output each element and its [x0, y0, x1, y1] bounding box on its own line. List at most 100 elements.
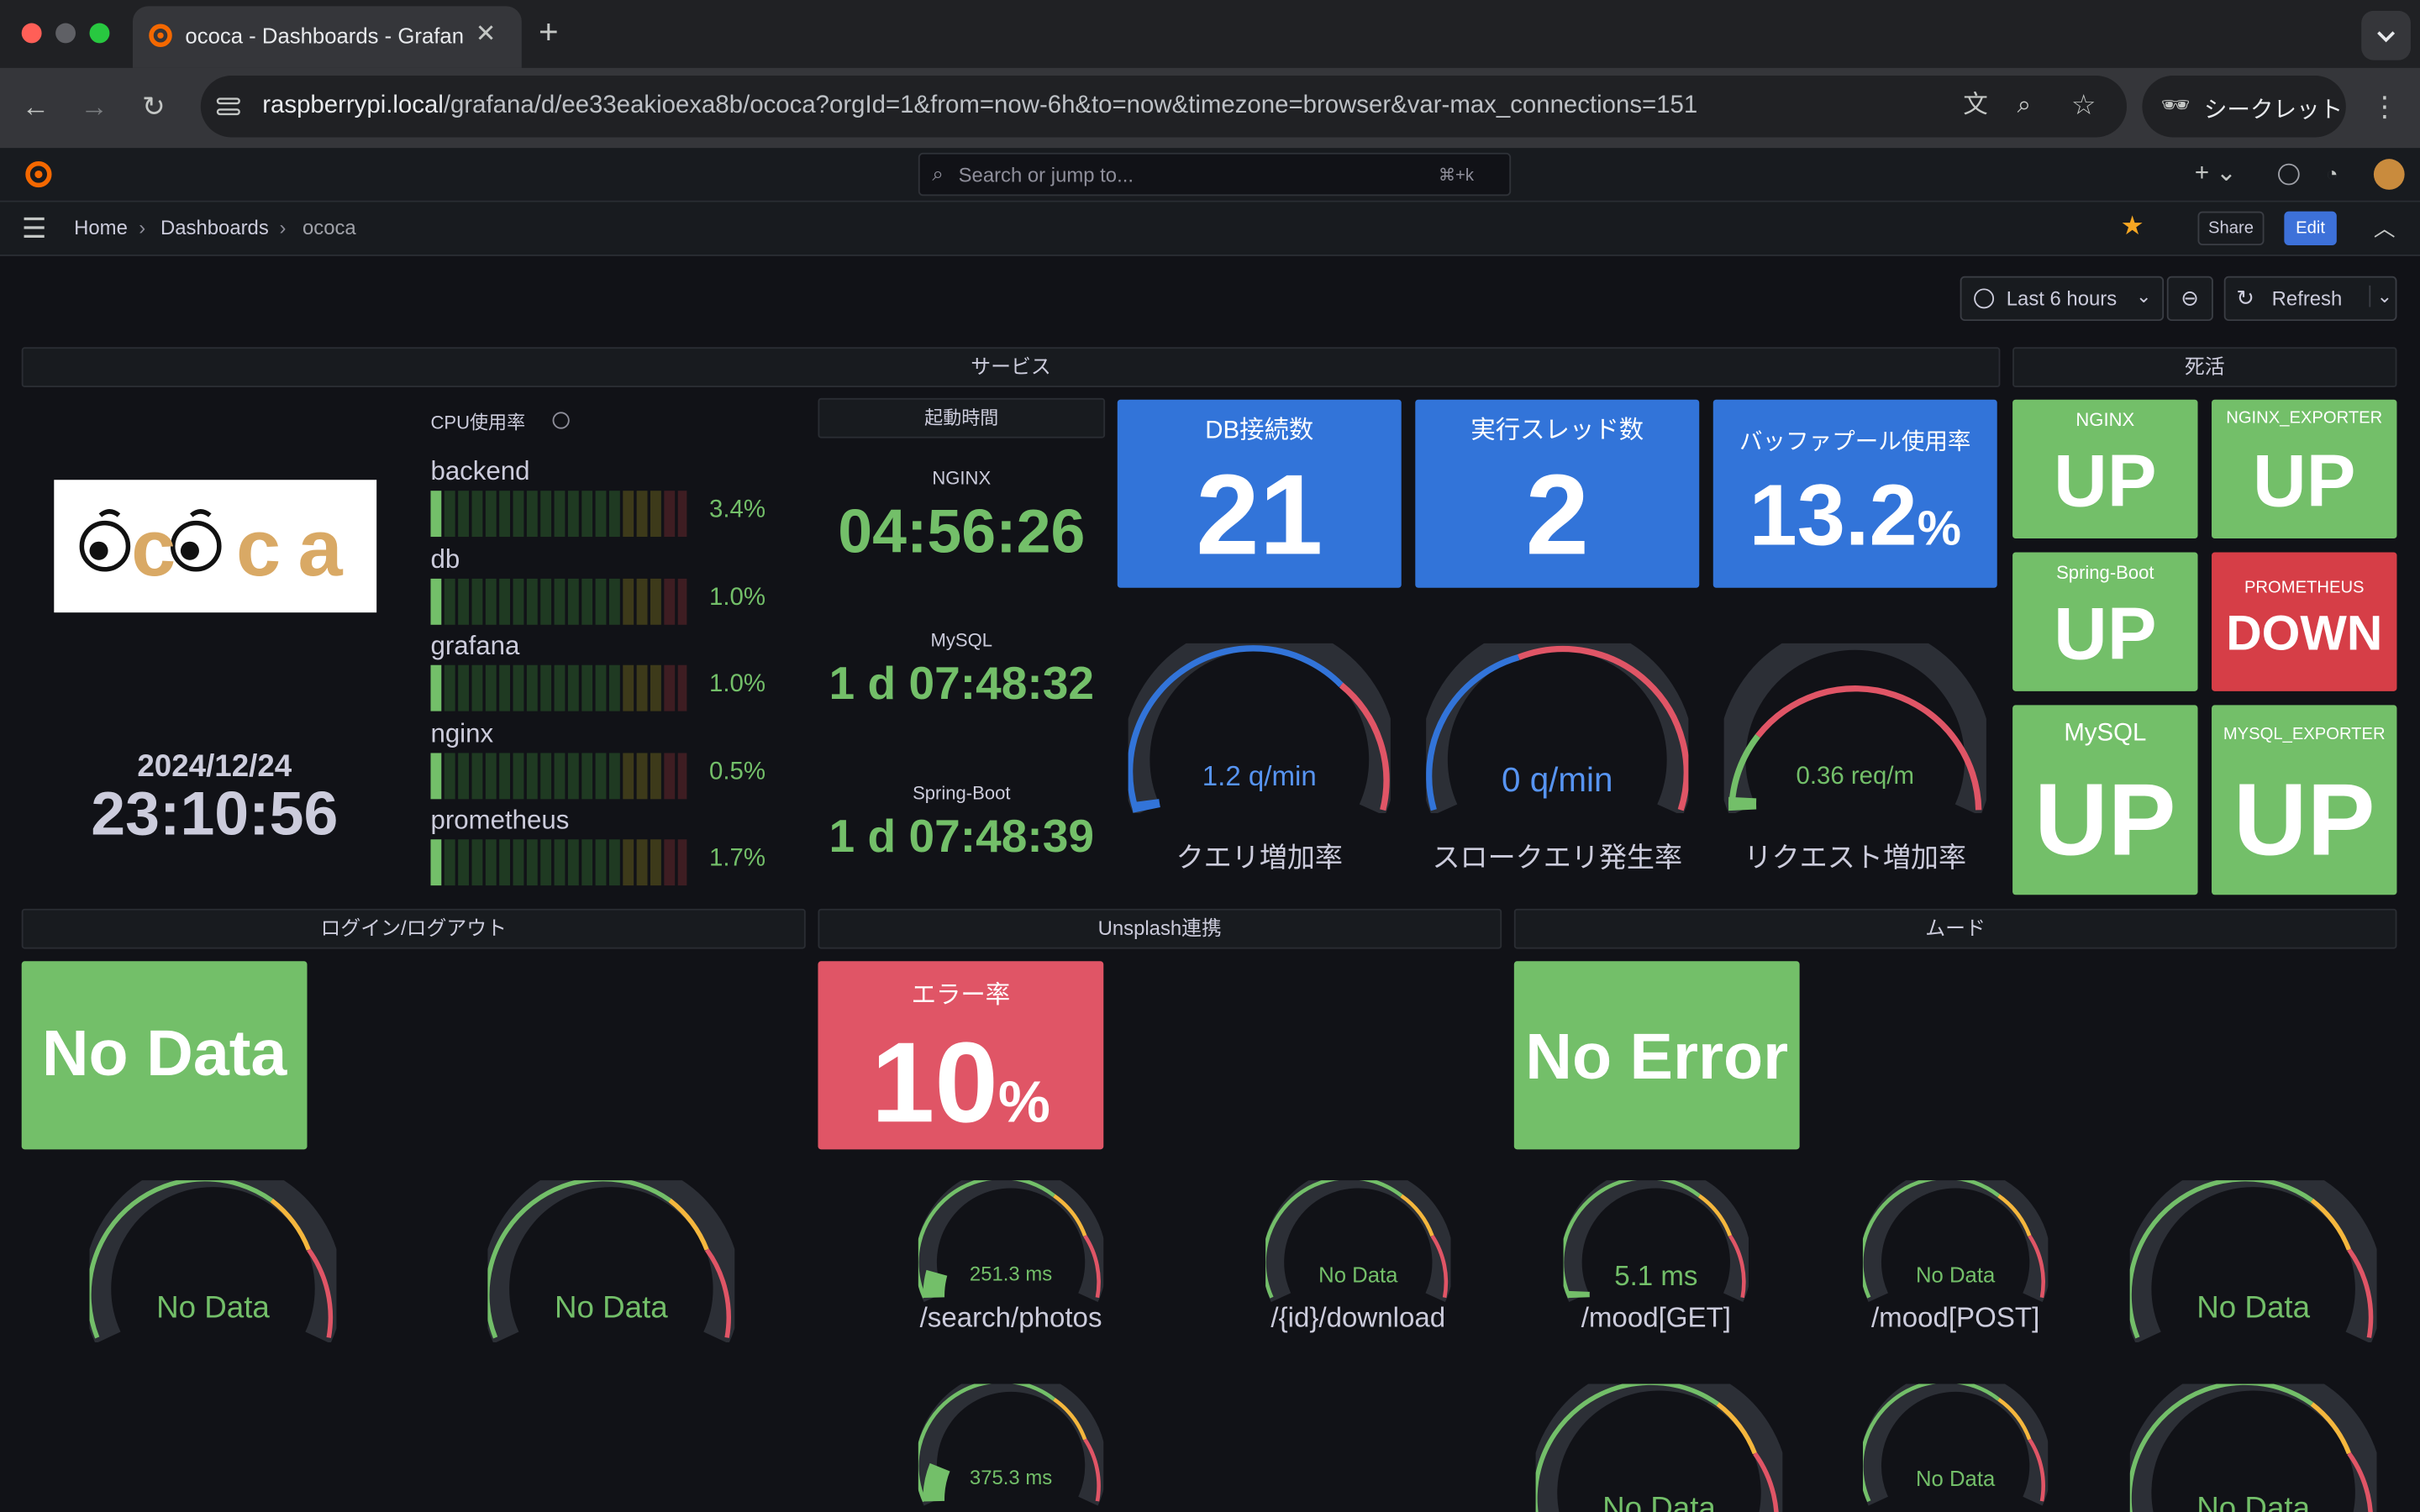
zoom-out-button[interactable]: ⊖ [2166, 276, 2213, 322]
row-liveness[interactable]: 死活 [2012, 347, 2397, 388]
close-window-button[interactable] [21, 23, 42, 44]
favorite-star-icon[interactable]: ★ [2121, 212, 2144, 243]
cpu-bar-cell [554, 839, 566, 886]
info-icon[interactable] [552, 412, 570, 429]
cpu-bar-cell [636, 664, 648, 711]
maximize-window-button[interactable] [89, 23, 110, 44]
gauge-mood-bottom-3: No Data [2129, 1383, 2377, 1512]
site-info-icon[interactable] [216, 94, 240, 118]
liveness-mysql-exporter[interactable]: MYSQL_EXPORTER UP [2212, 705, 2397, 895]
svg-text:c: c [131, 504, 176, 593]
gauge-query-rate: 1.2 q/min [1128, 643, 1391, 813]
row-mood[interactable]: ムード [1513, 908, 2397, 949]
cpu-bar-cell [513, 664, 524, 711]
search-input[interactable]: ⌕ Search or jump to... ⌘+k [918, 152, 1512, 197]
url-text: raspberrypi.local/grafana/d/ee33eakioexa… [262, 92, 1697, 120]
gauge-value: 0 q/min [1501, 760, 1613, 800]
clock-time: 23:10:56 [91, 780, 339, 849]
stat-buffer-pool[interactable]: バッファプール使用率 13.2% [1712, 399, 1997, 588]
breadcrumb-separator-icon: › [139, 216, 146, 239]
stat-mood-no-error[interactable]: No Error [1513, 961, 1800, 1150]
user-avatar[interactable] [2373, 159, 2405, 190]
gauge-label: スロークエリ発生率 [1432, 842, 1683, 874]
stat-title: DB接続数 [1205, 417, 1314, 444]
edit-button[interactable]: Edit [2284, 211, 2337, 246]
refresh-icon: ↻ [2236, 285, 2254, 311]
cpu-item-value: 1.0% [709, 584, 766, 611]
stat-db-connections[interactable]: DB接続数 21 [1117, 399, 1402, 588]
cpu-bar-cell [526, 839, 538, 886]
menu-hamburger-icon[interactable]: ☰ [22, 213, 47, 244]
row-login[interactable]: ログイン/ログアウト [21, 908, 806, 949]
bookmark-star-icon[interactable]: ☆ [2071, 90, 2096, 121]
cpu-bar-cell [650, 752, 661, 799]
time-range-picker[interactable]: Last 6 hours ⌄ [1960, 276, 2165, 322]
grafana-logo-icon[interactable] [24, 159, 55, 190]
cpu-bar-cell [430, 839, 442, 886]
cpu-bar-cell [650, 577, 661, 624]
new-tab-icon[interactable]: + [539, 14, 559, 48]
cpu-bar-cell [458, 752, 470, 799]
browser-tab-active[interactable]: ococa - Dashboards - Grafana ✕ [132, 6, 522, 68]
forward-icon[interactable]: → [81, 91, 108, 122]
breadcrumb-bar [0, 202, 2420, 256]
stat-threads[interactable]: 実行スレッド数 2 [1415, 399, 1700, 588]
cpu-bar-cell [567, 577, 579, 624]
cpu-item-name: grafana [430, 631, 520, 661]
incognito-indicator[interactable]: 🕶 シークレット [2142, 76, 2346, 138]
gauge-login-2: No Data [487, 1180, 735, 1342]
tab-title: ococa - Dashboards - Grafana [185, 23, 464, 48]
refresh-interval-chevron-icon[interactable]: ⌄ [2369, 285, 2392, 307]
liveness-prometheus[interactable]: PROMETHEUS DOWN [2212, 552, 2397, 691]
gauge-label: クエリ増加率 [1176, 842, 1343, 874]
cpu-bar-cell [444, 839, 455, 886]
stat-login-no-data[interactable]: No Data [21, 961, 308, 1150]
breadcrumb-home[interactable]: Home [74, 216, 128, 239]
minimize-window-button[interactable] [55, 23, 76, 44]
share-button[interactable]: Share [2197, 211, 2265, 246]
uptime-label: Spring-Boot [913, 782, 1011, 804]
cpu-bar-cell [430, 491, 442, 538]
cpu-bar-cell [430, 664, 442, 711]
breadcrumb-dashboards[interactable]: Dashboards [160, 216, 269, 239]
row-unsplash[interactable]: Unsplash連携 [818, 908, 1502, 949]
close-tab-icon[interactable]: ✕ [476, 20, 497, 51]
tab-search-button[interactable] [2361, 10, 2411, 60]
liveness-nginx[interactable]: NGINX UP [2012, 399, 2198, 539]
liveness-nginx-exporter[interactable]: NGINX_EXPORTER UP [2212, 399, 2397, 539]
collapse-chevron-icon[interactable]: ︿ [2374, 213, 2396, 244]
reload-icon[interactable]: ↻ [142, 91, 166, 122]
cpu-item-name: backend [430, 456, 530, 486]
back-icon[interactable]: ← [22, 91, 50, 122]
add-new-icon[interactable]: + ⌄ [2195, 159, 2237, 190]
cpu-bar-cell [677, 491, 687, 538]
address-bar[interactable]: raspberrypi.local/grafana/d/ee33eakioexa… [200, 76, 2128, 138]
cpu-bar-cell [595, 839, 607, 886]
liveness-spring-boot[interactable]: Spring-Boot UP [2012, 552, 2198, 691]
liveness-name: MYSQL_EXPORTER [2223, 725, 2386, 744]
time-range-label: Last 6 hours [2006, 286, 2118, 311]
help-icon[interactable] [2278, 163, 2300, 186]
cpu-bar-cell [499, 752, 511, 799]
refresh-button[interactable]: ↻ Refresh ⌄ [2223, 276, 2397, 322]
liveness-status: UP [2253, 441, 2356, 523]
liveness-mysql[interactable]: MySQL UP [2012, 705, 2198, 895]
gauge-label: /search/photos [919, 1302, 1102, 1333]
news-feed-icon[interactable]: ◔ [2326, 159, 2338, 190]
search-icon: ⌕ [932, 161, 944, 186]
cpu-bar-cell [458, 491, 470, 538]
cpu-bar-cell [471, 577, 483, 624]
browser-menu-icon[interactable]: ⋮ [2370, 91, 2398, 122]
zoom-icon[interactable]: ⌕ [2018, 91, 2031, 122]
incognito-label: シークレット [2203, 97, 2344, 123]
gauge-search-photos: 251.3 ms [918, 1180, 1104, 1304]
cpu-bar-cell [554, 491, 566, 538]
stat-error-rate[interactable]: エラー率 10% [818, 961, 1104, 1150]
cpu-bar-cell [526, 577, 538, 624]
row-service[interactable]: サービス [21, 347, 2001, 388]
cpu-bar-cell [444, 752, 455, 799]
translate-icon[interactable]: 文 [1963, 91, 1987, 122]
search-shortcut: ⌘+k [1438, 166, 1474, 186]
stat-title: バッファプール使用率 [1739, 428, 1971, 455]
cpu-bar-cell [608, 577, 620, 624]
